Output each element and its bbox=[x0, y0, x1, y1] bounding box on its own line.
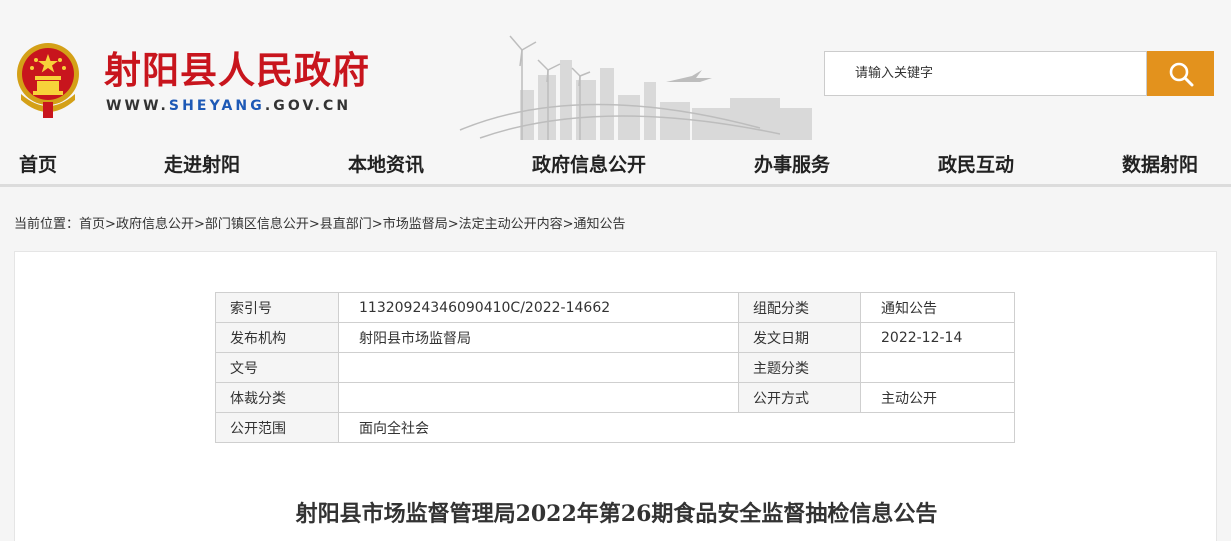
group-value: 通知公告 bbox=[860, 292, 1015, 323]
breadcrumb-separator: > bbox=[447, 217, 459, 232]
breadcrumb-separator: > bbox=[308, 217, 320, 232]
site-url: WWW.SHEYANG.GOV.CN bbox=[106, 98, 351, 114]
article-title: 射阳县市场监督管理局2022年第26期食品安全监督抽检信息公告 bbox=[295, 501, 938, 527]
nav-item-home[interactable]: 首页 bbox=[19, 150, 57, 177]
national-emblem-icon[interactable] bbox=[15, 38, 81, 120]
url-suffix: .GOV.CN bbox=[264, 98, 352, 114]
breadcrumb-item[interactable]: 政府信息公开 bbox=[116, 217, 194, 232]
nav-item-interaction[interactable]: 政民互动 bbox=[938, 150, 1014, 177]
breadcrumb-separator: > bbox=[371, 217, 383, 232]
url-highlight: SHEYANG bbox=[168, 98, 265, 114]
search-icon bbox=[1169, 62, 1193, 86]
nav-item-gov-info[interactable]: 政府信息公开 bbox=[532, 150, 646, 177]
genre-key: 体裁分类 bbox=[215, 382, 339, 413]
table-row: 体裁分类 公开方式 主动公开 bbox=[215, 382, 1015, 413]
breadcrumb-item[interactable]: 通知公告 bbox=[574, 217, 626, 232]
breadcrumb-label: 当前位置： bbox=[14, 217, 80, 232]
breadcrumb-item[interactable]: 部门镇区信息公开 bbox=[205, 217, 309, 232]
topic-value bbox=[860, 352, 1015, 383]
breadcrumb-item[interactable]: 首页 bbox=[79, 217, 105, 232]
breadcrumb-separator: > bbox=[105, 217, 116, 232]
article-content: 索引号 11320924346090410C/2022-14662 组配分类 通… bbox=[14, 251, 1217, 541]
nav-item-services[interactable]: 办事服务 bbox=[754, 150, 830, 177]
site-title[interactable]: 射阳县人民政府 bbox=[104, 40, 370, 94]
index-value: 11320924346090410C/2022-14662 bbox=[338, 292, 739, 323]
breadcrumb-separator: > bbox=[562, 217, 574, 232]
nav-item-data[interactable]: 数据射阳 bbox=[1122, 150, 1198, 177]
breadcrumb-separator: > bbox=[193, 217, 205, 232]
genre-value bbox=[338, 382, 739, 413]
index-key: 索引号 bbox=[215, 292, 339, 323]
org-value: 射阳县市场监督局 bbox=[338, 322, 739, 353]
nav-item-local-news[interactable]: 本地资讯 bbox=[348, 150, 424, 177]
breadcrumb: 当前位置：首页>政府信息公开>部门镇区信息公开>县直部门>市场监督局>法定主动公… bbox=[14, 213, 626, 232]
date-key: 发文日期 bbox=[738, 322, 861, 353]
nav-item-about[interactable]: 走进射阳 bbox=[164, 150, 240, 177]
breadcrumb-item[interactable]: 市场监督局 bbox=[383, 217, 448, 232]
org-key: 发布机构 bbox=[215, 322, 339, 353]
site-header: 射阳县人民政府 WWW.SHEYANG.GOV.CN bbox=[0, 0, 1231, 140]
mode-key: 公开方式 bbox=[738, 382, 861, 413]
breadcrumb-item[interactable]: 县直部门 bbox=[320, 217, 372, 232]
topic-key: 主题分类 bbox=[738, 352, 861, 383]
city-skyline-illustration bbox=[459, 35, 812, 140]
metadata-table: 索引号 11320924346090410C/2022-14662 组配分类 通… bbox=[215, 292, 1015, 443]
date-value: 2022-12-14 bbox=[860, 322, 1015, 353]
group-key: 组配分类 bbox=[738, 292, 861, 323]
url-prefix: WWW. bbox=[106, 98, 169, 114]
docno-key: 文号 bbox=[215, 352, 339, 383]
table-row: 发布机构 射阳县市场监督局 发文日期 2022-12-14 bbox=[215, 322, 1015, 353]
table-row: 公开范围 面向全社会 bbox=[215, 412, 1015, 443]
search-button[interactable] bbox=[1147, 51, 1214, 96]
scope-value: 面向全社会 bbox=[338, 412, 1015, 443]
search-input[interactable] bbox=[824, 51, 1147, 96]
mode-value: 主动公开 bbox=[860, 382, 1015, 413]
table-row: 索引号 11320924346090410C/2022-14662 组配分类 通… bbox=[215, 292, 1015, 323]
docno-value bbox=[338, 352, 739, 383]
table-row: 文号 主题分类 bbox=[215, 352, 1015, 383]
main-nav: 首页 走进射阳 本地资讯 政府信息公开 办事服务 政民互动 数据射阳 bbox=[0, 140, 1231, 187]
breadcrumb-item[interactable]: 法定主动公开内容 bbox=[459, 217, 563, 232]
scope-key: 公开范围 bbox=[215, 412, 339, 443]
